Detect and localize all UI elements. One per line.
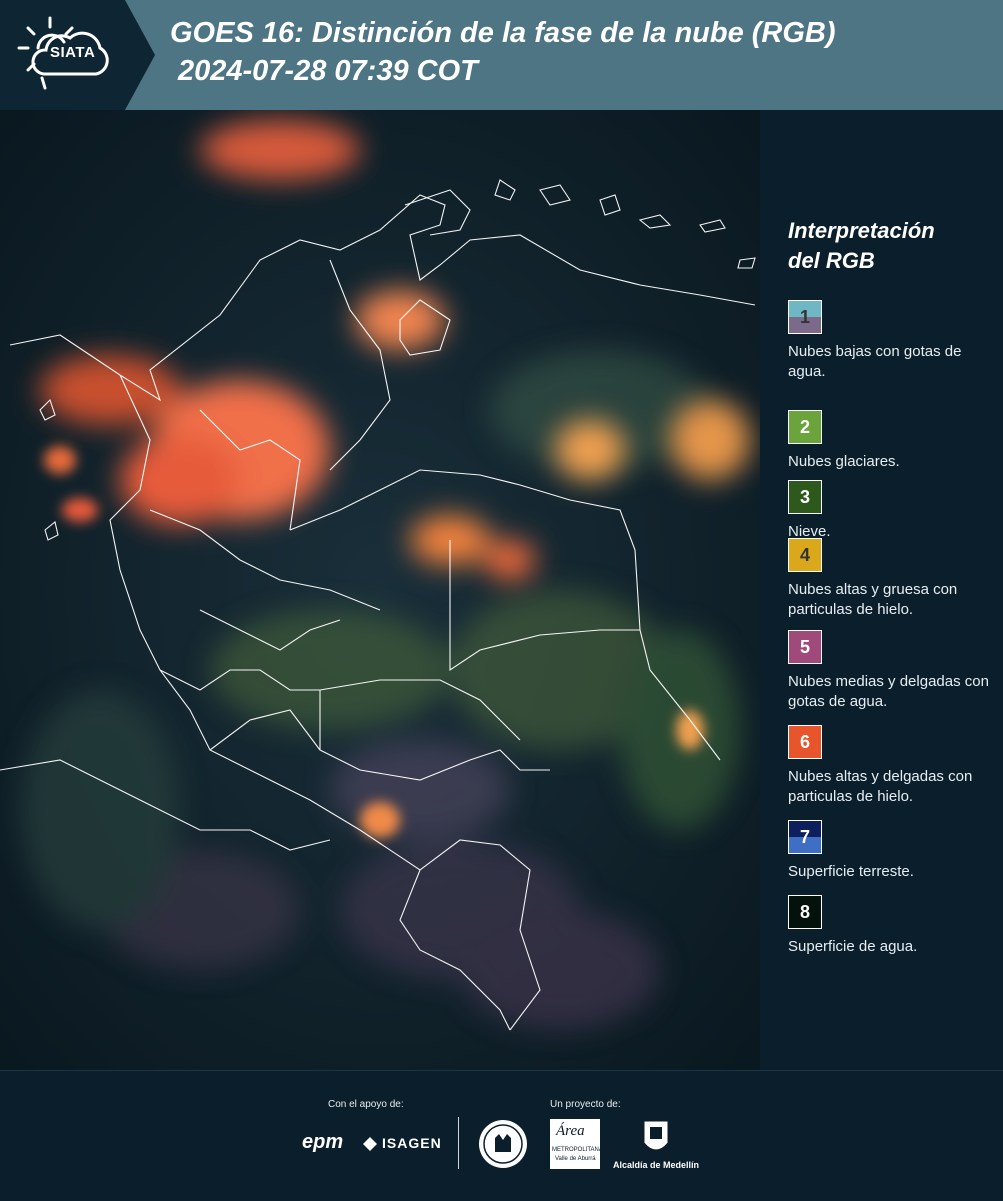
- legend-label: Nubes bajas con gotas de agua.: [788, 343, 962, 380]
- seal-icon: [479, 1120, 527, 1168]
- isagen-icon: [363, 1137, 377, 1151]
- area-metropolitana-logo: Área METROPOLITANA Valle de Aburrá: [550, 1119, 603, 1169]
- epm-logo: epm: [302, 1131, 344, 1153]
- page-title: GOES 16: Distinción de la fase de la nub…: [170, 14, 836, 90]
- header: SIATA GOES 16: Distinción de la fase de …: [0, 0, 1003, 110]
- legend-label: Nubes altas y delgadas con particulas de…: [788, 768, 973, 805]
- isagen-logo: ISAGEN: [382, 1135, 442, 1151]
- legend-item-4: 4 Nubes altas y gruesa con particulas de …: [788, 538, 1000, 620]
- legend-title: Interpretación del RGB: [788, 216, 988, 276]
- legend-swatch: 6: [788, 725, 822, 759]
- legend-panel: Interpretación del RGB 1 Nubes bajas con …: [760, 110, 1003, 1070]
- title-line-1: GOES 16: Distinción de la fase de la nub…: [170, 17, 836, 49]
- support-label: Con el apoyo de:: [328, 1099, 404, 1110]
- legend-number: 1: [799, 306, 810, 327]
- legend-item-6: 6 Nubes altas y delgadas con particulas d…: [788, 725, 1000, 807]
- area-logo-line3: Valle de Aburrá: [555, 1156, 596, 1162]
- legend-swatch: 3: [788, 480, 822, 514]
- legend-item-1: 1 Nubes bajas con gotas de agua.: [788, 300, 1000, 382]
- map-image: [0, 110, 760, 1070]
- legend-title-line-1: Interpretación: [788, 218, 935, 243]
- legend-item-2: 2 Nubes glaciares.: [788, 410, 1000, 472]
- legend-number: 5: [799, 636, 810, 657]
- legend-label: Nubes medias y delgadas con gotas de agu…: [788, 673, 989, 710]
- logo-text: SIATA: [50, 44, 96, 61]
- legend-number: 6: [799, 731, 810, 752]
- legend-item-7: 7 Superficie terreste.: [788, 820, 1000, 882]
- footer-divider: [458, 1117, 459, 1169]
- siata-logo: SIATA: [0, 0, 155, 110]
- satellite-map: [0, 110, 760, 1070]
- title-line-2: 2024-07-28 07:39 COT: [178, 55, 478, 87]
- legend-label: Superficie terreste.: [788, 863, 914, 880]
- legend-swatch: 1: [788, 300, 822, 334]
- legend-swatch: 7: [788, 820, 822, 854]
- area-logo-line2: METROPOLITANA: [552, 1147, 603, 1153]
- legend-item-5: 5 Nubes medias y delgadas con gotas de ag…: [788, 630, 1000, 712]
- legend-label: Superficie de agua.: [788, 938, 918, 955]
- legend-number: 3: [799, 486, 810, 507]
- legend-label: Nubes altas y gruesa con particulas de h…: [788, 581, 958, 618]
- legend-title-line-2: del RGB: [788, 248, 875, 273]
- legend-number: 2: [799, 416, 810, 437]
- legend-number: 4: [799, 544, 810, 565]
- legend-item-8: 8 Superficie de agua.: [788, 895, 1000, 957]
- alcaldia-shield-icon: [643, 1120, 669, 1151]
- legend-item-3: 3 Nieve.: [788, 480, 1000, 542]
- legend-swatch: 5: [788, 630, 822, 664]
- legend-swatch: 8: [788, 895, 822, 929]
- legend-swatch: 4: [788, 538, 822, 572]
- project-label: Un proyecto de:: [550, 1099, 621, 1110]
- legend-swatch: 2: [788, 410, 822, 444]
- legend-number: 7: [799, 826, 810, 847]
- legend-label: Nubes glaciares.: [788, 453, 900, 470]
- area-logo-main: Área: [556, 1123, 585, 1139]
- legend-number: 8: [799, 901, 810, 922]
- alcaldia-logo: Alcaldía de Medellín: [613, 1160, 700, 1170]
- footer: Con el apoyo de: Un proyecto de: epm ISA…: [0, 1070, 1003, 1201]
